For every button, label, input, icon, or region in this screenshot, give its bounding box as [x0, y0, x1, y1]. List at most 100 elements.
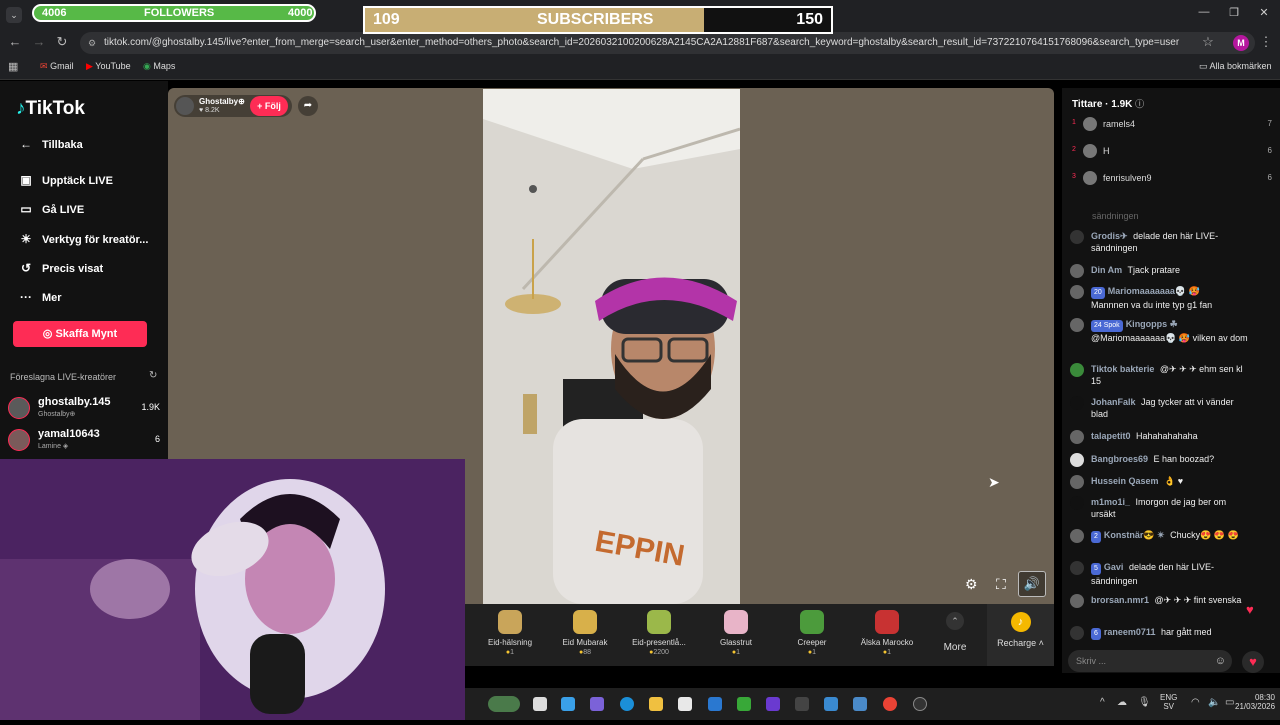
app-msi-icon[interactable] [766, 697, 780, 711]
get-coins-button[interactable]: ◎ Skaffa Mynt [13, 321, 147, 347]
apps-grid-icon[interactable]: ▦ [8, 60, 18, 73]
recharge-button[interactable]: ♪ Recharge ˄ [987, 604, 1054, 666]
address-bar[interactable]: ⚙ tiktok.com/@ghostalby.145/live?enter_f… [80, 32, 1255, 54]
top-viewer-row[interactable]: 3 fenrisulven9 6 [1072, 171, 1272, 187]
volume-icon[interactable]: 🔈 [1208, 697, 1220, 708]
nav-ga-live[interactable]: ▭ Gå LIVE [16, 202, 84, 216]
chat-message: Hussein Qasem 👌 ♥ [1070, 475, 1248, 489]
minimize-icon[interactable]: — [1194, 6, 1214, 18]
suggested-title: Föreslagna LIVE-kreatörer [10, 372, 117, 382]
bookmark-youtube[interactable]: ▶ YouTube [86, 61, 131, 72]
close-icon[interactable]: ✕ [1254, 6, 1274, 19]
suggested-creator[interactable]: yamal10643 Lamine ◈ 6 [8, 426, 160, 454]
outlook-icon[interactable] [708, 697, 722, 711]
browser-menu-icon[interactable]: ⋮ [1257, 34, 1275, 50]
camera-icon: ▭ [20, 202, 32, 216]
edge-icon[interactable] [620, 697, 634, 711]
chrome-icon[interactable] [883, 697, 897, 711]
copilot-icon[interactable] [561, 697, 575, 711]
teams-icon[interactable] [590, 697, 604, 711]
emoji-icon[interactable]: ☺ [1215, 650, 1226, 672]
microphone-icon[interactable]: 🎙 [1138, 697, 1151, 708]
restore-icon[interactable]: ❐ [1224, 6, 1244, 19]
share-icon[interactable]: ➦ [298, 96, 318, 116]
bookmark-star-icon[interactable]: ☆ [1199, 34, 1217, 50]
chat-message: 20 Mariomaaaaaaa💀 🥵 Mannnen va du inte typ… [1070, 285, 1248, 311]
host-avatar[interactable] [176, 97, 194, 115]
site-info-icon[interactable]: ⚙ [88, 32, 96, 54]
avatar [1070, 453, 1084, 467]
avatar [1070, 529, 1084, 543]
obs-icon[interactable] [913, 697, 927, 711]
chat-input[interactable]: Skriv ... ☺ [1068, 650, 1232, 672]
fullscreen-icon[interactable]: ⛶ [996, 576, 1006, 593]
avatar [8, 429, 30, 451]
battery-icon[interactable]: ▭ [1225, 697, 1234, 708]
tray-chevron-icon[interactable]: ^ [1100, 697, 1105, 708]
app-window-icon[interactable] [853, 697, 867, 711]
all-bookmarks[interactable]: ▭ Alla bokmärken [1199, 61, 1272, 72]
chat-message: 2 Konstnär😎 ✴ Chucky😍 😍 😍 [1070, 529, 1248, 543]
store-icon[interactable] [678, 697, 692, 711]
level-badge: 24 Spok [1091, 320, 1123, 332]
avatar [1083, 171, 1097, 185]
tab-search-button[interactable]: ⌄ [6, 7, 22, 23]
language-indicator[interactable]: ENG SV [1160, 693, 1177, 711]
photos-icon[interactable] [824, 697, 838, 711]
app-cube-icon[interactable] [795, 697, 809, 711]
gift-glasstrut[interactable]: Glasstrut ●1 [700, 608, 772, 656]
widgets-icon[interactable] [488, 696, 520, 712]
task-view-icon[interactable] [533, 697, 547, 711]
gift-creeper[interactable]: Creeper ●1 [776, 608, 848, 656]
more-gifts-button[interactable]: ⌃ More [940, 612, 970, 653]
chat-message: Tiktok bakterie @✈ ✈ ✈ ehm sen kl 15 [1070, 363, 1248, 387]
top-viewer-row[interactable]: 1 ramels4 7 [1072, 117, 1272, 133]
stream-video[interactable]: EPPIN [483, 89, 740, 604]
bookmark-maps[interactable]: ◉ Maps [143, 61, 175, 72]
followers-label: FOLLOWERS [144, 7, 215, 19]
nav-recently-watched[interactable]: ↺ Precis visat [16, 261, 103, 275]
gift-icon [875, 610, 899, 634]
tiktok-logo[interactable]: ♪TikTok [16, 98, 85, 120]
nav-upptack-live[interactable]: ▣ Upptäck LIVE [16, 173, 113, 187]
gift-eid-halsning[interactable]: Eid-hälsning ●1 [474, 608, 546, 656]
back-button[interactable]: ← Tillbaka [16, 137, 83, 151]
chat-message: JohanFalk Jag tycker att vi vänder blad [1070, 396, 1248, 420]
live-chat-panel: Tittare · 1.9K ⓘ 1 ramels4 7 2 H 6 3 fen… [1062, 88, 1280, 673]
chat-message: 24 Spok Kingopps ☘ @Mariomaaaaaaa💀 🥵 vilke… [1070, 318, 1248, 344]
gift-bar: Eid-hälsning ●1 Eid Mubarak ●88 Eid-pres… [465, 604, 1054, 666]
profile-avatar[interactable]: M [1233, 35, 1249, 51]
bookmark-gmail[interactable]: ✉ Gmail [40, 61, 74, 72]
file-explorer-icon[interactable] [649, 697, 663, 711]
nav-more[interactable]: ··· Mer [16, 290, 62, 304]
followers-current: 4006 [42, 7, 67, 19]
gift-alska-marocko[interactable]: Älska Marocko ●1 [851, 608, 923, 656]
tiktok-sidebar: ♪TikTok ← Tillbaka ▣ Upptäck LIVE ▭ Gå LIVE… [0, 81, 168, 459]
volume-icon[interactable]: 🔊 [1018, 571, 1046, 597]
info-icon[interactable]: ⓘ [1135, 99, 1144, 109]
top-viewer-row[interactable]: 2 H 6 [1072, 144, 1272, 160]
refresh-icon[interactable]: ↻ [149, 370, 157, 381]
forward-arrow-icon[interactable]: → [30, 34, 48, 49]
app-shield-icon[interactable] [737, 697, 751, 711]
settings-icon[interactable]: ⚙ [965, 576, 978, 593]
host-name[interactable]: Ghostalby⊕ [199, 97, 245, 106]
back-arrow-icon[interactable]: ← [6, 34, 24, 49]
share-icon [1070, 561, 1084, 575]
avatar [1070, 496, 1084, 510]
suggested-creator[interactable]: ghostalby.145 Ghostalby⊕ 1.9K [8, 394, 160, 422]
lightbulb-icon: ☀ [20, 232, 32, 246]
tray-app-icon[interactable]: ☁ [1117, 697, 1127, 708]
like-heart-button[interactable]: ♥ [1242, 651, 1264, 673]
avatar [1083, 117, 1097, 131]
follow-button[interactable]: + Följ [250, 96, 288, 116]
clock[interactable]: 08:30 21/03/2026 [1235, 693, 1275, 711]
wifi-icon[interactable]: ◠ [1191, 697, 1200, 708]
reload-icon[interactable]: ↻ [53, 34, 71, 50]
nav-creator-tools[interactable]: ☀ Verktyg för kreatör... [16, 232, 149, 246]
heart-icon: ♥ [1246, 602, 1254, 617]
gift-eid-present[interactable]: Eid-presentlå... ●2200 [623, 608, 695, 656]
back-arrow-icon: ← [20, 137, 32, 151]
gmail-icon: ✉ [40, 61, 48, 71]
gift-eid-mubarak[interactable]: Eid Mubarak ●88 [549, 608, 621, 656]
